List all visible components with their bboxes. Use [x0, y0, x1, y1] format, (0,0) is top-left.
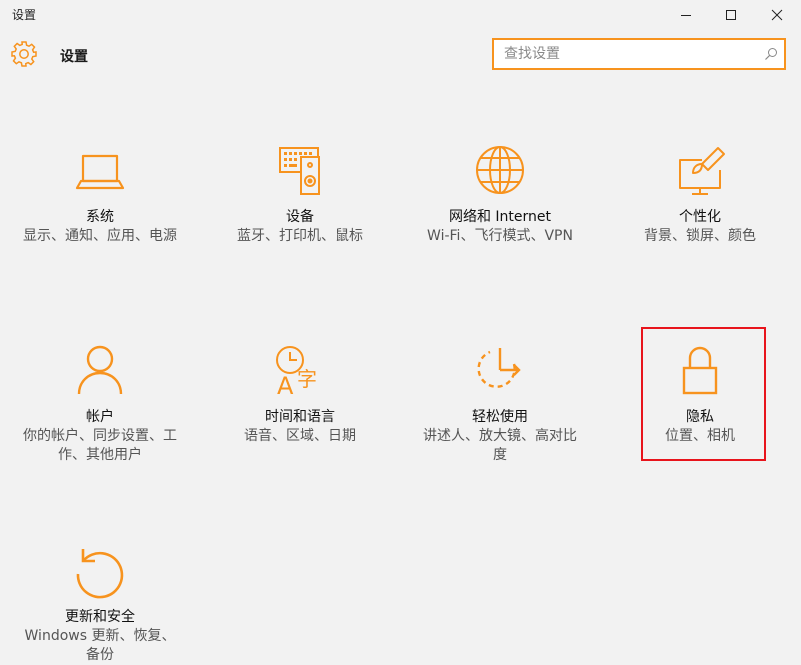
page-title: 设置 — [60, 49, 88, 65]
clock-language-icon: A 字 — [276, 346, 317, 400]
ease-of-access-icon — [477, 348, 521, 388]
tile-time-language[interactable]: A 字 时间和语言 语音、区域、日期 — [220, 344, 380, 446]
tile-update-security[interactable]: 更新和安全 Windows 更新、恢复、备份 — [20, 544, 180, 665]
tile-ease-of-access[interactable]: 轻松使用 讲述人、放大镜、高对比度 — [420, 344, 580, 465]
tile-description: 你的帐户、同步设置、工作、其他用户 — [23, 428, 177, 463]
search-input[interactable] — [494, 40, 764, 68]
tile-devices[interactable]: 设备 蓝牙、打印机、鼠标 — [220, 144, 380, 246]
title-bar: 设置 — [0, 0, 801, 30]
tile-description: Wi-Fi、飞行模式、VPN — [427, 228, 573, 244]
tile-description: 背景、锁屏、颜色 — [644, 228, 756, 244]
tile-name: 轻松使用 — [472, 409, 528, 425]
refresh-icon — [76, 549, 124, 599]
gear-icon — [11, 41, 37, 67]
minimize-icon — [681, 15, 691, 16]
tile-description: 讲述人、放大镜、高对比度 — [423, 428, 577, 463]
window-title: 设置 — [12, 8, 37, 22]
svg-text:A: A — [277, 372, 294, 400]
tile-accounts[interactable]: 帐户 你的帐户、同步设置、工作、其他用户 — [20, 344, 180, 465]
svg-text:字: 字 — [297, 367, 317, 391]
minimize-button[interactable] — [663, 0, 709, 30]
search-box[interactable] — [492, 38, 786, 70]
tile-description: Windows 更新、恢复、备份 — [24, 628, 176, 663]
tile-name: 更新和安全 — [65, 609, 135, 625]
tile-description: 语音、区域、日期 — [244, 428, 356, 444]
tile-description: 蓝牙、打印机、鼠标 — [237, 228, 363, 244]
maximize-icon — [726, 10, 736, 20]
search-icon[interactable] — [764, 47, 778, 61]
selection-highlight — [641, 327, 766, 461]
tile-personalization[interactable]: 个性化 背景、锁屏、颜色 — [620, 144, 780, 246]
laptop-icon — [75, 154, 125, 190]
person-icon — [77, 345, 123, 395]
close-icon — [771, 9, 783, 21]
tile-name: 系统 — [86, 209, 114, 225]
paint-brush-monitor-icon — [679, 147, 725, 195]
tile-name: 网络和 Internet — [448, 209, 552, 225]
globe-icon — [476, 146, 524, 194]
tile-network[interactable]: 网络和 Internet Wi-Fi、飞行模式、VPN — [420, 144, 580, 246]
tile-description: 显示、通知、应用、电源 — [23, 228, 177, 244]
maximize-button[interactable] — [708, 0, 754, 30]
tile-name: 个性化 — [679, 209, 721, 225]
tile-system[interactable]: 系统 显示、通知、应用、电源 — [20, 144, 180, 246]
tile-name: 设备 — [286, 209, 314, 225]
keyboard-speaker-icon — [279, 147, 320, 195]
close-button[interactable] — [754, 0, 800, 30]
tile-name: 帐户 — [86, 409, 114, 425]
tile-name: 时间和语言 — [265, 409, 335, 425]
